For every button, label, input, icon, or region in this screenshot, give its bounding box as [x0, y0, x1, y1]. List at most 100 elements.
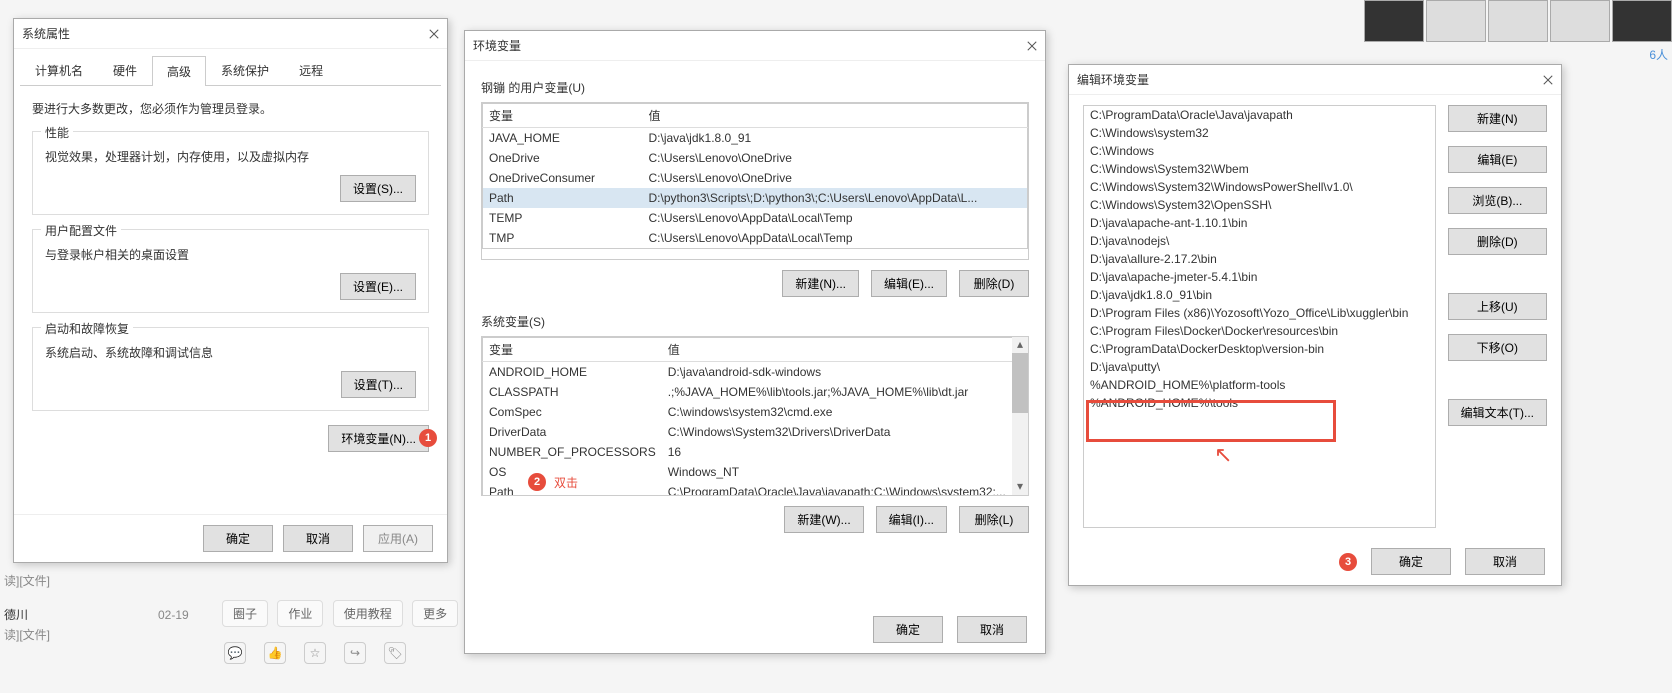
col-header-val[interactable]: 值: [643, 104, 1028, 128]
delete-entry-button[interactable]: 删除(D): [1448, 228, 1547, 255]
var-value: Windows_NT: [662, 462, 1028, 482]
list-item[interactable]: D:\java\putty\: [1084, 358, 1435, 376]
dialog-title: 编辑环境变量: [1077, 71, 1149, 88]
pill-tutorial[interactable]: 使用教程: [333, 600, 403, 627]
thumbnail[interactable]: [1364, 0, 1424, 42]
table-row[interactable]: CLASSPATH.;%JAVA_HOME%\lib\tools.jar;%JA…: [483, 382, 1028, 402]
apply-button[interactable]: 应用(A): [363, 525, 433, 552]
scrollbar[interactable]: ▴ ▾: [1012, 337, 1028, 495]
share-icon[interactable]: ↪: [344, 642, 366, 664]
edit-entry-button[interactable]: 编辑(E): [1448, 146, 1547, 173]
var-value: D:\java\jdk1.8.0_91: [643, 128, 1028, 149]
thumbnail[interactable]: [1488, 0, 1548, 42]
list-item[interactable]: D:\java\nodejs\: [1084, 232, 1435, 250]
table-row[interactable]: TEMPC:\Users\Lenovo\AppData\Local\Temp: [483, 208, 1028, 228]
var-name: OneDriveConsumer: [483, 168, 643, 188]
system-vars-table[interactable]: 变量值 ANDROID_HOMED:\java\android-sdk-wind…: [481, 336, 1029, 496]
pill-homework[interactable]: 作业: [277, 600, 323, 627]
list-item[interactable]: C:\Program Files\Docker\Docker\resources…: [1084, 322, 1435, 340]
group-performance: 性能 视觉效果，处理器计划，内存使用，以及虚拟内存 设置(S)...: [32, 131, 429, 215]
list-item[interactable]: C:\Windows: [1084, 142, 1435, 160]
thumbnail[interactable]: [1550, 0, 1610, 42]
move-down-button[interactable]: 下移(O): [1448, 334, 1547, 361]
group-title: 启动和故障恢复: [41, 320, 133, 337]
new-sys-var-button[interactable]: 新建(W)...: [784, 506, 863, 533]
like-icon[interactable]: 👍: [264, 642, 286, 664]
list-item[interactable]: D:\java\apache-ant-1.10.1\bin: [1084, 214, 1435, 232]
edit-sys-var-button[interactable]: 编辑(I)...: [876, 506, 947, 533]
table-row[interactable]: ANDROID_HOMED:\java\android-sdk-windows: [483, 362, 1028, 383]
table-row[interactable]: ComSpecC:\windows\system32\cmd.exe: [483, 402, 1028, 422]
tab-computer-name[interactable]: 计算机名: [20, 55, 98, 85]
titlebar[interactable]: 环境变量: [465, 31, 1045, 61]
cancel-button[interactable]: 取消: [957, 616, 1027, 643]
close-icon[interactable]: [1543, 75, 1553, 85]
browse-button[interactable]: 浏览(B)...: [1448, 187, 1547, 214]
titlebar[interactable]: 编辑环境变量: [1069, 65, 1561, 95]
tab-system-protection[interactable]: 系统保护: [206, 55, 284, 85]
pill-more[interactable]: 更多: [412, 600, 458, 627]
list-item[interactable]: C:\ProgramData\Oracle\Java\javapath: [1084, 106, 1435, 124]
table-row[interactable]: JAVA_HOMED:\java\jdk1.8.0_91: [483, 128, 1028, 149]
user-vars-table[interactable]: 变量值 JAVA_HOMED:\java\jdk1.8.0_91OneDrive…: [481, 102, 1029, 260]
delete-user-var-button[interactable]: 删除(D): [959, 270, 1029, 297]
move-up-button[interactable]: 上移(U): [1448, 293, 1547, 320]
tab-remote[interactable]: 远程: [284, 55, 338, 85]
close-icon[interactable]: [429, 29, 439, 39]
pill-circle[interactable]: 圈子: [222, 600, 268, 627]
list-item[interactable]: C:\Windows\System32\Wbem: [1084, 160, 1435, 178]
table-row[interactable]: DriverDataC:\Windows\System32\Drivers\Dr…: [483, 422, 1028, 442]
settings-s-button[interactable]: 设置(S)...: [340, 175, 416, 202]
list-item[interactable]: D:\Program Files (x86)\Yozosoft\Yozo_Off…: [1084, 304, 1435, 322]
star-icon[interactable]: ☆: [304, 642, 326, 664]
new-entry-button[interactable]: 新建(N): [1448, 105, 1547, 132]
list-item[interactable]: D:\java\apache-jmeter-5.4.1\bin: [1084, 268, 1435, 286]
cancel-button[interactable]: 取消: [283, 525, 353, 552]
tab-hardware[interactable]: 硬件: [98, 55, 152, 85]
table-row[interactable]: OneDriveConsumerC:\Users\Lenovo\OneDrive: [483, 168, 1028, 188]
scroll-down-icon[interactable]: ▾: [1012, 479, 1028, 495]
table-row[interactable]: NUMBER_OF_PROCESSORS16: [483, 442, 1028, 462]
environment-variables-button[interactable]: 环境变量(N)...: [328, 425, 429, 452]
col-header-var[interactable]: 变量: [483, 104, 643, 128]
tag-icon[interactable]: 🏷: [384, 642, 406, 664]
list-item[interactable]: C:\ProgramData\DockerDesktop\version-bin: [1084, 340, 1435, 358]
table-row[interactable]: PathD:\python3\Scripts\;D:\python3\;C:\U…: [483, 188, 1028, 208]
var-name: DriverData: [483, 422, 662, 442]
scroll-up-icon[interactable]: ▴: [1012, 337, 1028, 353]
delete-sys-var-button[interactable]: 删除(L): [959, 506, 1029, 533]
list-item[interactable]: %ANDROID_HOME%\platform-tools: [1084, 376, 1435, 394]
scroll-thumb[interactable]: [1012, 353, 1028, 413]
var-value: C:\ProgramData\Oracle\Java\javapath;C:\W…: [662, 482, 1028, 496]
var-name: ComSpec: [483, 402, 662, 422]
thumbnail[interactable]: [1426, 0, 1486, 42]
col-header-val[interactable]: 值: [662, 338, 1028, 362]
settings-t-button[interactable]: 设置(T)...: [341, 371, 416, 398]
var-name: CLASSPATH: [483, 382, 662, 402]
ok-button[interactable]: 确定: [203, 525, 273, 552]
ok-button[interactable]: 确定: [873, 616, 943, 643]
list-item[interactable]: C:\Windows\system32: [1084, 124, 1435, 142]
settings-e-button[interactable]: 设置(E)...: [340, 273, 416, 300]
edit-text-button[interactable]: 编辑文本(T)...: [1448, 399, 1547, 426]
list-item[interactable]: C:\Windows\System32\WindowsPowerShell\v1…: [1084, 178, 1435, 196]
thumbnail[interactable]: [1612, 0, 1672, 42]
comment-icon[interactable]: 💬: [224, 642, 246, 664]
var-name: Path: [483, 188, 643, 208]
table-row[interactable]: TMPC:\Users\Lenovo\AppData\Local\Temp: [483, 228, 1028, 249]
list-item[interactable]: D:\java\jdk1.8.0_91\bin: [1084, 286, 1435, 304]
edit-user-var-button[interactable]: 编辑(E)...: [871, 270, 947, 297]
tab-advanced[interactable]: 高级: [152, 56, 206, 86]
cancel-button[interactable]: 取消: [1465, 548, 1545, 575]
path-entries-list[interactable]: C:\ProgramData\Oracle\Java\javapathC:\Wi…: [1083, 105, 1436, 528]
list-item[interactable]: C:\Windows\System32\OpenSSH\: [1084, 196, 1435, 214]
ok-button[interactable]: 确定: [1371, 548, 1451, 575]
new-user-var-button[interactable]: 新建(N)...: [782, 270, 859, 297]
col-header-var[interactable]: 变量: [483, 338, 662, 362]
titlebar[interactable]: 系统属性: [14, 19, 447, 49]
group-desc: 系统启动、系统故障和调试信息: [45, 344, 416, 361]
close-icon[interactable]: [1027, 41, 1037, 51]
table-row[interactable]: OneDriveC:\Users\Lenovo\OneDrive: [483, 148, 1028, 168]
list-item[interactable]: %ANDROID_HOME%\tools: [1084, 394, 1435, 412]
list-item[interactable]: D:\java\allure-2.17.2\bin: [1084, 250, 1435, 268]
